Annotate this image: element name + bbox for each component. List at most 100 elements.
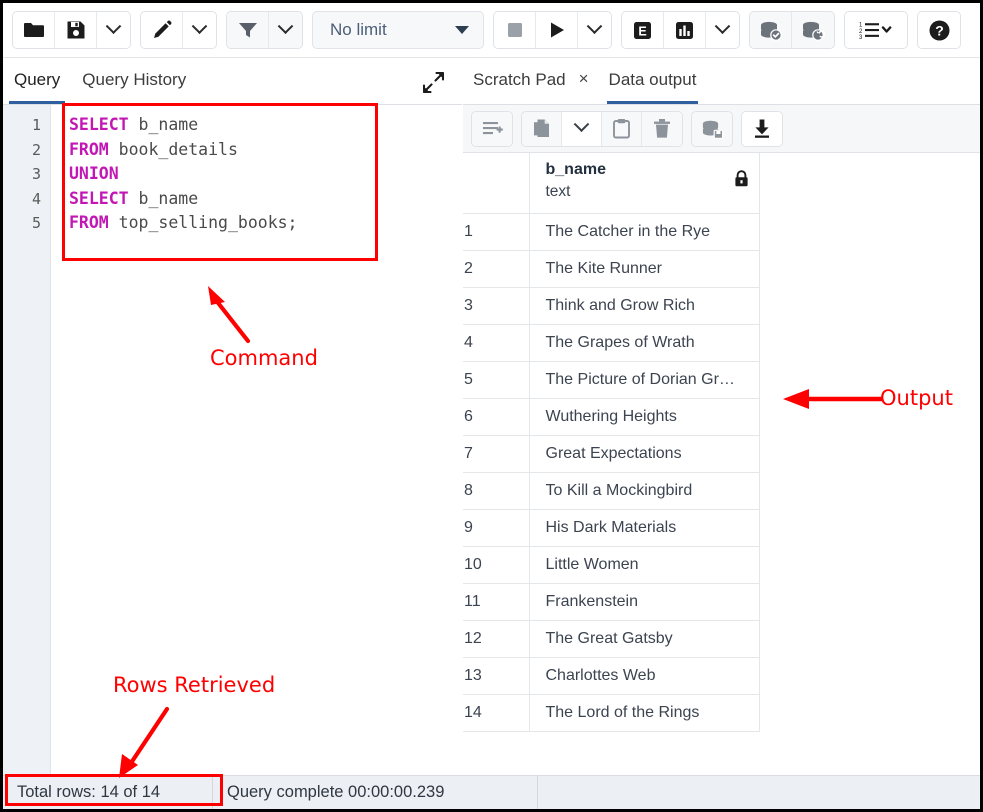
b-name-cell[interactable]: Great Expectations bbox=[529, 435, 759, 472]
table-row[interactable]: 2The Kite Runner bbox=[463, 250, 759, 287]
row-index-cell: 10 bbox=[463, 546, 529, 583]
save-dropdown-button[interactable] bbox=[97, 12, 130, 48]
b-name-cell[interactable]: The Grapes of Wrath bbox=[529, 324, 759, 361]
line-number: 4 bbox=[3, 187, 50, 212]
expand-diagonal-icon bbox=[423, 72, 444, 93]
table-row[interactable]: 4The Grapes of Wrath bbox=[463, 324, 759, 361]
b-name-cell[interactable]: His Dark Materials bbox=[529, 509, 759, 546]
explain-analyze-button[interactable] bbox=[664, 12, 706, 48]
explain-group: E bbox=[621, 11, 740, 49]
total-rows-label: Total rows: 14 of 14 bbox=[17, 783, 160, 802]
b-name-header[interactable]: b_name text bbox=[529, 153, 759, 213]
copy-dropdown-button[interactable] bbox=[562, 112, 602, 146]
clipboard-icon bbox=[612, 118, 631, 139]
table-row[interactable]: 7Great Expectations bbox=[463, 435, 759, 472]
b-name-cell[interactable]: To Kill a Mockingbird bbox=[529, 472, 759, 509]
data-output-grid[interactable]: b_name text 1The Catcher in the Rye2The … bbox=[463, 153, 980, 775]
sql-line: FROM book_details bbox=[69, 138, 298, 163]
help-group: ? bbox=[917, 11, 961, 49]
table-row[interactable]: 3Think and Grow Rich bbox=[463, 287, 759, 324]
chevron-down-icon bbox=[715, 18, 731, 34]
query-status-label: Query complete 00:00:00.239 bbox=[227, 783, 444, 802]
explain-e-icon: E bbox=[632, 20, 653, 41]
open-file-button[interactable] bbox=[13, 12, 55, 48]
filter-button[interactable] bbox=[227, 12, 269, 48]
macros-button[interactable]: 1 2 3 bbox=[845, 12, 907, 48]
table-row[interactable]: 14The Lord of the Rings bbox=[463, 694, 759, 731]
table-row[interactable]: 9His Dark Materials bbox=[463, 509, 759, 546]
execute-query-button[interactable] bbox=[536, 12, 578, 48]
sql-identifier: b_name bbox=[129, 189, 199, 208]
close-icon[interactable]: × bbox=[579, 70, 589, 87]
b-name-cell[interactable]: Little Women bbox=[529, 546, 759, 583]
pencil-icon bbox=[151, 19, 173, 41]
pgadmin-query-tool: No limit E bbox=[3, 3, 980, 809]
row-edit-group bbox=[471, 111, 513, 147]
tab-scratch-pad[interactable]: Scratch Pad × bbox=[463, 58, 599, 104]
sql-keyword: SELECT bbox=[69, 189, 129, 208]
column-type-label: text bbox=[546, 183, 758, 201]
paste-button[interactable] bbox=[602, 112, 642, 146]
table-row[interactable]: 8To Kill a Mockingbird bbox=[463, 472, 759, 509]
line-number: 2 bbox=[3, 138, 50, 163]
tab-scratch-pad-label: Scratch Pad bbox=[473, 70, 566, 90]
execute-group bbox=[493, 11, 612, 49]
table-row[interactable]: 13Charlottes Web bbox=[463, 657, 759, 694]
b-name-cell[interactable]: Think and Grow Rich bbox=[529, 287, 759, 324]
table-row[interactable]: 5The Picture of Dorian Gr… bbox=[463, 361, 759, 398]
bar-chart-icon bbox=[674, 20, 695, 41]
table-row[interactable]: 12The Great Gatsby bbox=[463, 620, 759, 657]
result-table: b_name text 1The Catcher in the Rye2The … bbox=[463, 153, 760, 732]
sql-editor[interactable]: 1 2 3 4 5 SELECT b_nameFROM book_details… bbox=[3, 105, 462, 775]
b-name-cell[interactable]: The Great Gatsby bbox=[529, 620, 759, 657]
b-name-cell[interactable]: Wuthering Heights bbox=[529, 398, 759, 435]
b-name-cell[interactable]: The Catcher in the Rye bbox=[529, 213, 759, 250]
save-icon bbox=[66, 20, 86, 40]
save-file-button[interactable] bbox=[55, 12, 97, 48]
expand-panel-button[interactable] bbox=[423, 72, 444, 98]
tab-query-history[interactable]: Query History bbox=[71, 58, 197, 104]
sql-identifier: b_name bbox=[129, 115, 199, 134]
rollback-button[interactable] bbox=[792, 12, 834, 48]
b-name-cell[interactable]: Frankenstein bbox=[529, 583, 759, 620]
sql-code-text[interactable]: SELECT b_nameFROM book_detailsUNIONSELEC… bbox=[69, 113, 298, 236]
edit-dropdown-button[interactable] bbox=[183, 12, 216, 48]
add-row-button[interactable] bbox=[472, 112, 512, 146]
delete-row-button[interactable] bbox=[642, 112, 682, 146]
copy-button[interactable] bbox=[522, 112, 562, 146]
stop-query-button[interactable] bbox=[494, 12, 536, 48]
table-row[interactable]: 11Frankenstein bbox=[463, 583, 759, 620]
list-numbered-icon: 1 2 3 bbox=[859, 20, 893, 40]
row-limit-select[interactable]: No limit bbox=[312, 11, 484, 49]
download-csv-button[interactable] bbox=[742, 112, 782, 146]
edit-button[interactable] bbox=[141, 12, 183, 48]
tab-query[interactable]: Query bbox=[3, 58, 71, 104]
explain-button[interactable]: E bbox=[622, 12, 664, 48]
lock-icon bbox=[734, 170, 749, 192]
filter-dropdown-button[interactable] bbox=[269, 12, 302, 48]
table-row[interactable]: 1The Catcher in the Rye bbox=[463, 213, 759, 250]
table-header-row: b_name text bbox=[463, 153, 759, 213]
b-name-cell[interactable]: The Kite Runner bbox=[529, 250, 759, 287]
database-save-icon bbox=[701, 119, 724, 139]
help-button[interactable]: ? bbox=[918, 12, 960, 48]
main-toolbar: No limit E bbox=[3, 3, 980, 58]
row-index-cell: 11 bbox=[463, 583, 529, 620]
commit-button[interactable] bbox=[750, 12, 792, 48]
table-row[interactable]: 6Wuthering Heights bbox=[463, 398, 759, 435]
copy-group bbox=[521, 111, 683, 147]
database-rollback-icon bbox=[801, 20, 825, 41]
save-data-changes-button[interactable] bbox=[692, 112, 732, 146]
result-table-body: 1The Catcher in the Rye2The Kite Runner3… bbox=[463, 213, 759, 731]
row-index-cell: 6 bbox=[463, 398, 529, 435]
tab-query-history-label: Query History bbox=[82, 70, 186, 89]
chevron-down-icon bbox=[278, 18, 294, 34]
b-name-cell[interactable]: The Picture of Dorian Gr… bbox=[529, 361, 759, 398]
explain-dropdown-button[interactable] bbox=[706, 12, 739, 48]
row-limit-value: No limit bbox=[330, 20, 387, 40]
b-name-cell[interactable]: The Lord of the Rings bbox=[529, 694, 759, 731]
execute-dropdown-button[interactable] bbox=[578, 12, 611, 48]
table-row[interactable]: 10Little Women bbox=[463, 546, 759, 583]
tab-data-output[interactable]: Data output bbox=[599, 58, 707, 104]
b-name-cell[interactable]: Charlottes Web bbox=[529, 657, 759, 694]
